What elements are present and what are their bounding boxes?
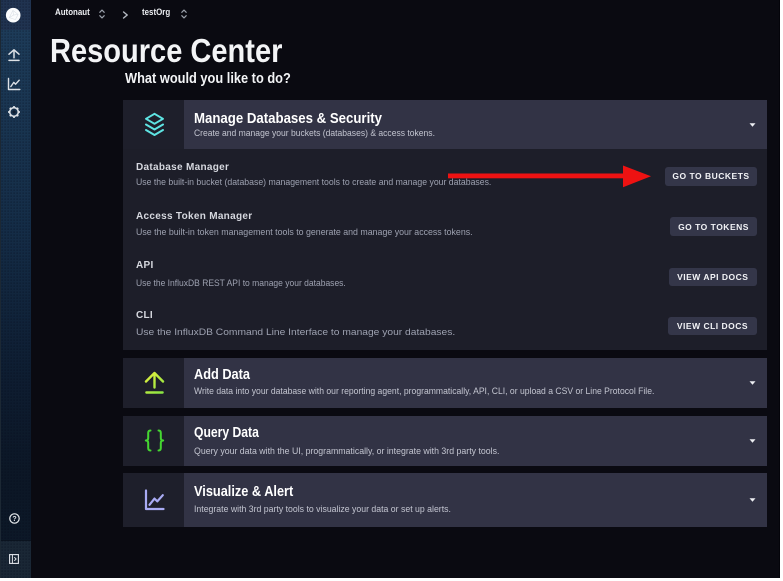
svg-text:?: ?	[12, 516, 16, 523]
